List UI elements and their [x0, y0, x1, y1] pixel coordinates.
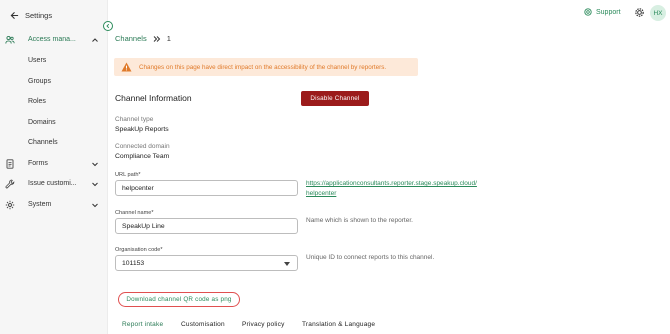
sidebar-subitem-channels[interactable]: Channels	[28, 139, 58, 146]
breadcrumb-current: 1	[166, 34, 171, 43]
sidebar-item-issue-customization[interactable]: Issue customi...	[0, 177, 108, 191]
sidebar-item-label: System	[28, 201, 52, 208]
sidebar-subitem-groups[interactable]: Groups	[28, 78, 51, 85]
users-icon	[5, 35, 15, 45]
sidebar-subitem-domains[interactable]: Domains	[28, 119, 56, 126]
channel-name-value: SpeakUp Line	[122, 222, 165, 230]
sidebar-item-forms[interactable]: Forms	[0, 157, 108, 171]
channel-name-input[interactable]: SpeakUp Line	[115, 218, 298, 234]
url-path-input[interactable]: helpcenter	[115, 180, 298, 196]
breadcrumb-channels[interactable]: Channels	[115, 34, 147, 43]
support-label: Support	[596, 8, 621, 16]
channel-type-value: SpeakUp Reports	[115, 126, 169, 133]
back-to-settings[interactable]: Settings	[10, 9, 52, 21]
url-path-label: URL path*	[115, 172, 141, 178]
support-link[interactable]: Support	[584, 8, 621, 16]
section-title: Channel Information	[115, 93, 192, 103]
caret-down-icon	[284, 262, 290, 266]
sidebar-item-system[interactable]: System	[0, 198, 108, 212]
url-path-value: helpcenter	[122, 184, 154, 192]
channel-name-hint: Name which is shown to the reporter.	[306, 217, 413, 224]
org-code-hint: Unique ID to connect reports to this cha…	[306, 254, 435, 261]
sidebar-item-access-management[interactable]: Access mana...	[0, 33, 108, 47]
connected-domain-value: Compliance Team	[115, 153, 170, 160]
settings-gear-icon[interactable]	[634, 7, 645, 18]
document-icon	[5, 159, 15, 169]
org-code-label: Organisation code*	[115, 247, 163, 253]
warning-banner: Changes on this page have direct impact …	[114, 58, 418, 76]
channel-url-line1: https://applicationconsultants.reporter.…	[306, 180, 477, 187]
chevron-left-icon	[106, 23, 110, 29]
collapse-sidebar-button[interactable]	[103, 21, 113, 31]
disable-channel-button[interactable]: Disable Channel	[301, 91, 369, 106]
chevron-down-icon	[92, 162, 98, 167]
back-label: Settings	[25, 10, 53, 20]
chevron-down-icon	[92, 203, 98, 208]
download-qr-button[interactable]: Download channel QR code as png	[118, 292, 240, 307]
warning-icon	[121, 62, 132, 72]
tab-privacy-policy[interactable]: Privacy policy	[242, 321, 285, 328]
sidebar-item-label: Forms	[28, 160, 48, 167]
sidebar-subitem-users[interactable]: Users	[28, 57, 46, 64]
sidebar-subitem-roles[interactable]: Roles	[28, 98, 46, 105]
sidebar-item-label: Access mana...	[28, 36, 76, 43]
arrow-left-icon	[10, 11, 19, 19]
channel-name-label: Channel name*	[115, 210, 154, 216]
chevron-down-icon	[92, 182, 98, 187]
chevron-up-icon	[92, 38, 98, 42]
channel-type-label: Channel type	[115, 116, 154, 123]
org-code-select[interactable]: 101153	[115, 255, 298, 271]
gear-icon	[5, 200, 15, 210]
org-code-value: 101153	[122, 259, 145, 267]
warning-text: Changes on this page have direct impact …	[139, 63, 387, 71]
double-chevron-right-icon	[153, 35, 160, 42]
channel-url-link[interactable]: https://applicationconsultants.reporter.…	[306, 179, 477, 199]
tab-report-intake[interactable]: Report intake	[122, 321, 163, 328]
tab-translation-language[interactable]: Translation & Language	[302, 321, 375, 328]
wrench-icon	[5, 179, 15, 189]
avatar[interactable]: HX	[650, 5, 666, 21]
sidebar-item-label: Issue customi...	[28, 180, 77, 187]
breadcrumb: Channels 1	[115, 34, 171, 43]
connected-domain-label: Connected domain	[115, 143, 170, 150]
channel-url-line2: helpcenter	[306, 190, 337, 197]
tabs-bar: Report intake Customisation Privacy poli…	[108, 318, 670, 334]
sidebar: Settings Access mana... Users Groups Rol…	[0, 0, 108, 334]
support-icon	[584, 8, 592, 16]
tab-customisation[interactable]: Customisation	[181, 321, 225, 328]
